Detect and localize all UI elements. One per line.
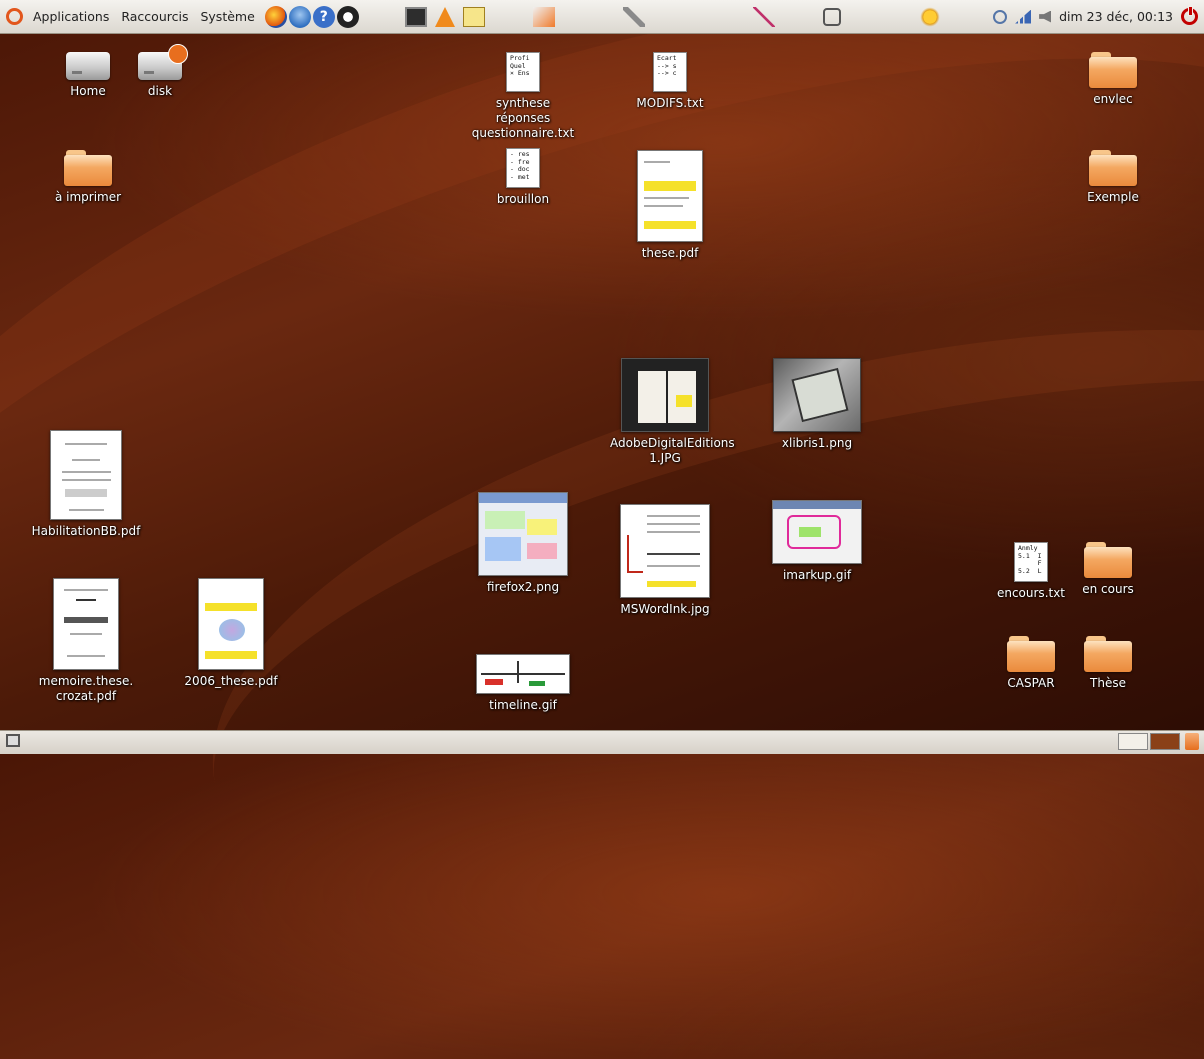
desktop-icon-these-2006[interactable]: 2006_these.pdf xyxy=(176,578,286,689)
desktop-icon-these-folder[interactable]: Thèse xyxy=(1053,636,1163,691)
desktop-icon-timeline[interactable]: timeline.gif xyxy=(468,654,578,713)
vector-draw-icon[interactable] xyxy=(752,6,775,27)
desktop-icon-envlec[interactable]: envlec xyxy=(1058,52,1168,107)
folder-icon xyxy=(1007,636,1055,672)
text-editor-icon[interactable] xyxy=(462,6,485,27)
image-thumbnail xyxy=(478,492,568,576)
pdf-thumbnail xyxy=(53,578,119,670)
icon-label: 2006_these.pdf xyxy=(184,674,278,688)
screenshot-icon[interactable] xyxy=(532,6,555,27)
desktop-icon-mswordink[interactable]: MSWordInk.jpg xyxy=(610,504,720,617)
desktop-icon-brouillon[interactable]: - res - fre - doc - met brouillon xyxy=(468,148,578,207)
icon-label: synthese réponses questionnaire.txt xyxy=(471,96,575,140)
text-file-icon: Anmly 5.1 I F 5.2 L xyxy=(1014,542,1048,582)
icon-label: memoire.these. crozat.pdf xyxy=(38,674,134,703)
desktop-icon-memoire[interactable]: memoire.these. crozat.pdf xyxy=(31,578,141,704)
pdf-thumbnail xyxy=(50,430,122,520)
ubuntu-logo-icon[interactable] xyxy=(6,8,23,25)
vlc-icon[interactable] xyxy=(434,6,455,27)
network-signal-icon[interactable] xyxy=(1015,9,1032,24)
icon-label: disk xyxy=(147,84,173,98)
icon-label: en cours xyxy=(1082,582,1134,596)
icon-label: AdobeDigitalEditions 1.JPG xyxy=(610,436,735,465)
folder-icon xyxy=(1084,542,1132,578)
weather-icon[interactable] xyxy=(918,6,941,27)
desktop-icon-habilitation[interactable]: HabilitationBB.pdf xyxy=(31,430,141,539)
image-thumbnail xyxy=(620,504,710,598)
desktop-icon-synthese[interactable]: Profi Quel × Ens synthese réponses questio… xyxy=(468,52,578,141)
desktop-icon-adobe[interactable]: AdobeDigitalEditions 1.JPG xyxy=(610,358,735,466)
firefox-icon[interactable] xyxy=(264,5,287,28)
system-tray: dim 23 déc, 00:13 xyxy=(993,0,1204,33)
workspace-2-icon[interactable] xyxy=(1150,733,1180,750)
image-thumbnail xyxy=(621,358,709,432)
applications-menu[interactable]: Applications xyxy=(27,0,115,33)
icon-label: Thèse xyxy=(1090,676,1126,690)
desktop-icon-imarkup[interactable]: imarkup.gif xyxy=(762,500,872,583)
image-thumbnail xyxy=(772,500,862,564)
volume-icon[interactable] xyxy=(1039,10,1052,23)
icon-label: envlec xyxy=(1093,92,1133,106)
pdf-thumbnail xyxy=(637,150,703,242)
search-icon[interactable] xyxy=(993,9,1008,24)
bottom-panel xyxy=(0,730,1204,754)
folder-icon xyxy=(1084,636,1132,672)
help-icon[interactable]: ? xyxy=(312,5,335,28)
folder-icon xyxy=(64,150,112,186)
terminal-icon[interactable] xyxy=(404,6,427,27)
icon-label: HabilitationBB.pdf xyxy=(31,524,141,538)
desktop-icon-xlibris[interactable]: xlibris1.png xyxy=(762,358,872,451)
thunderbird-icon[interactable] xyxy=(288,5,311,28)
icon-label: timeline.gif xyxy=(489,698,557,712)
folder-icon xyxy=(1089,52,1137,88)
desktop-icon-exemple[interactable]: Exemple xyxy=(1058,150,1168,205)
show-desktop-icon[interactable] xyxy=(6,734,20,747)
home-drive-icon xyxy=(66,52,110,80)
workspace-switcher-icon[interactable] xyxy=(1118,733,1148,750)
text-file-icon: - res - fre - doc - met xyxy=(506,148,540,188)
icon-label: firefox2.png xyxy=(486,580,560,594)
icon-label: MSWordInk.jpg xyxy=(620,602,710,616)
desktop-icon-en-cours[interactable]: en cours xyxy=(1053,542,1163,597)
pdf-thumbnail xyxy=(198,578,264,670)
save-icon[interactable] xyxy=(822,7,841,26)
top-panel: Applications Raccourcis Système ? dim 23… xyxy=(0,0,1204,34)
icon-label: à imprimer xyxy=(54,190,122,204)
icon-label: MODIFS.txt xyxy=(636,96,704,110)
desktop-icon-a-imprimer[interactable]: à imprimer xyxy=(33,150,143,205)
trash-icon[interactable] xyxy=(1185,733,1199,750)
icon-label: xlibris1.png xyxy=(781,436,853,450)
panel-clock[interactable]: dim 23 déc, 00:13 xyxy=(1059,9,1173,24)
desktop-icon-modifs[interactable]: Ecart --> s --> c MODIFS.txt xyxy=(615,52,725,111)
desktop-icon-firefox2[interactable]: firefox2.png xyxy=(468,492,578,595)
system-menu[interactable]: Système xyxy=(194,0,260,33)
text-file-icon: Ecart --> s --> c xyxy=(653,52,687,92)
image-thumbnail xyxy=(773,358,861,432)
places-menu[interactable]: Raccourcis xyxy=(115,0,194,33)
desktop-icon-these-pdf[interactable]: these.pdf xyxy=(615,150,725,261)
desktop-icon-disk[interactable]: disk xyxy=(105,44,215,99)
icon-label: Exemple xyxy=(1087,190,1139,204)
text-file-icon: Profi Quel × Ens xyxy=(506,52,540,92)
icon-label: imarkup.gif xyxy=(782,568,852,582)
icon-label: brouillon xyxy=(496,192,550,206)
paint-icon[interactable] xyxy=(622,6,645,27)
power-icon[interactable] xyxy=(1181,6,1198,25)
usb-disk-icon xyxy=(138,44,188,80)
gimp-icon[interactable] xyxy=(336,5,359,28)
image-thumbnail xyxy=(476,654,570,694)
icon-label: these.pdf xyxy=(641,246,699,260)
folder-icon xyxy=(1089,150,1137,186)
